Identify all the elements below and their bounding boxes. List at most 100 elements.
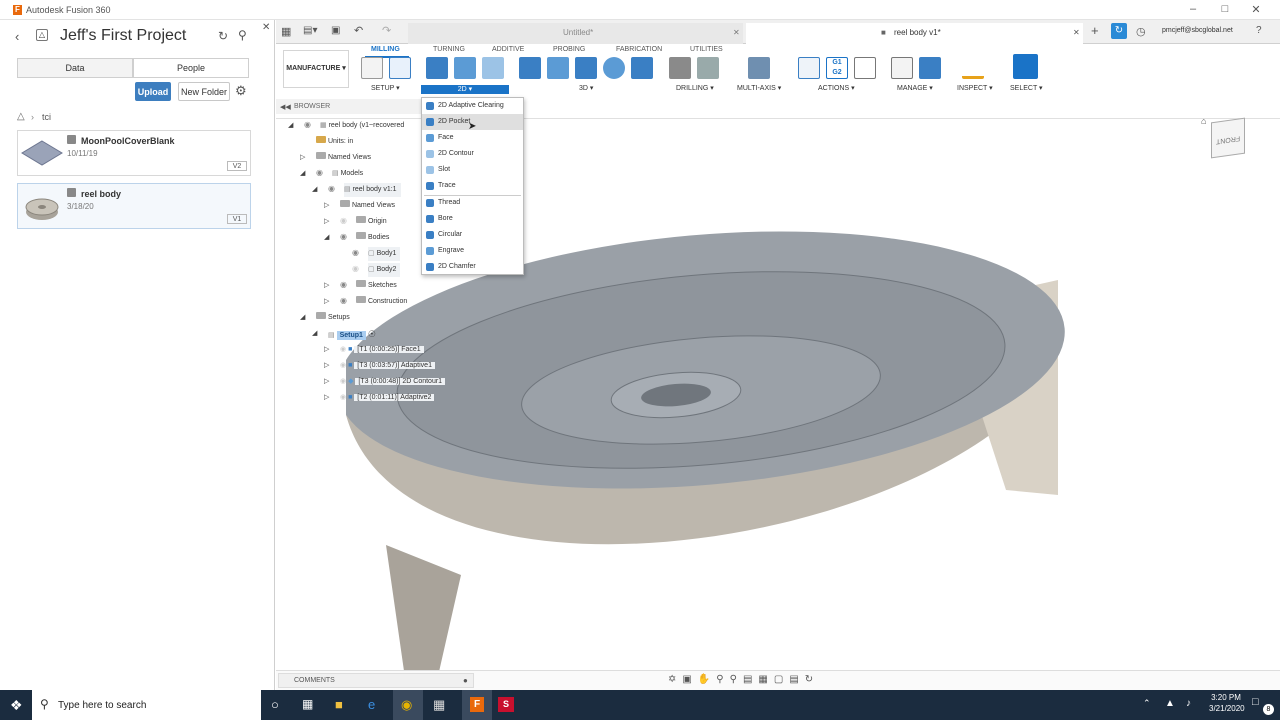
- 2d-group-label[interactable]: 2D ▾: [421, 85, 509, 94]
- workspace-switcher[interactable]: MANUFACTURE ▾: [283, 50, 349, 88]
- select-group-label[interactable]: SELECT ▾: [1010, 84, 1043, 92]
- measure-icon[interactable]: [962, 57, 984, 79]
- view-cube[interactable]: FRONT: [1211, 117, 1245, 159]
- task-view-icon[interactable]: ▦: [302, 697, 313, 711]
- tree-node-named-views-2[interactable]: Named Views: [340, 199, 395, 213]
- list-item[interactable]: MoonPoolCoverBlank 10/11/19 V2: [17, 130, 251, 176]
- new-setup-icon[interactable]: [361, 57, 383, 79]
- tray-chevron-icon[interactable]: ⌃: [1143, 698, 1151, 709]
- tree-node-setup1[interactable]: ▤ Setup1 ☉: [328, 327, 376, 341]
- notification-icon[interactable]: □: [1252, 696, 1259, 708]
- tree-node-operation[interactable]: ◉ ■ [T1 (0:00:25)] Face1: [340, 343, 424, 357]
- tab-fabrication[interactable]: FABRICATION: [616, 46, 662, 53]
- parallel-icon[interactable]: [575, 57, 597, 79]
- tree-node-operation[interactable]: ◉ ■ [T3 (0:03:57)] Adaptive1: [340, 359, 435, 373]
- home-view-icon[interactable]: ⌂: [1201, 116, 1206, 126]
- menu-item-slot[interactable]: Slot: [422, 162, 523, 178]
- tab-turning[interactable]: TURNING: [433, 46, 465, 53]
- tree-node-component[interactable]: ▤ reel body v1:1: [344, 183, 401, 197]
- tree-node-bodies[interactable]: Bodies: [356, 231, 389, 245]
- refresh-view-icon[interactable]: ↻: [805, 674, 819, 685]
- expand-triangle-icon[interactable]: ▷: [324, 217, 329, 225]
- tree-node-units[interactable]: Units: in: [316, 135, 353, 149]
- tab-data[interactable]: Data: [17, 58, 133, 78]
- expand-triangle-icon[interactable]: ▷: [324, 361, 329, 369]
- environment-icon[interactable]: ▤: [789, 674, 804, 685]
- volume-icon[interactable]: ♪: [1186, 698, 1191, 709]
- 3d-group-label[interactable]: 3D ▾: [579, 84, 593, 92]
- 2d-pocket-icon[interactable]: [454, 57, 476, 79]
- setup-group-label[interactable]: SETUP ▾: [371, 84, 400, 92]
- viewports-icon[interactable]: ▢: [774, 674, 789, 685]
- eye-icon[interactable]: ◉: [340, 296, 347, 305]
- tree-node-operation[interactable]: ◉ ◆ [T3 (0:00:48)] 2D Contour1: [340, 375, 446, 389]
- settings-gear-icon[interactable]: ⚙: [235, 83, 247, 99]
- actions-group-label[interactable]: ACTIONS ▾: [818, 84, 855, 92]
- upload-button[interactable]: Upload: [135, 82, 171, 101]
- tab-untitled[interactable]: Untitled* ✕: [408, 23, 743, 44]
- breadcrumb[interactable]: tci: [42, 112, 51, 122]
- eye-icon[interactable]: ◉: [352, 248, 359, 257]
- fit-icon[interactable]: ⚲: [730, 674, 743, 685]
- eye-icon[interactable]: ◉: [328, 184, 335, 193]
- collapse-browser-icon[interactable]: ◀◀: [280, 103, 291, 111]
- menu-item-engrave[interactable]: Engrave: [422, 243, 523, 259]
- eye-hidden-icon[interactable]: ◉: [340, 216, 347, 225]
- expand-triangle-icon[interactable]: ▷: [324, 297, 329, 305]
- eye-hidden-icon[interactable]: ◉: [352, 264, 359, 273]
- tab-probing[interactable]: PROBING: [553, 46, 585, 53]
- solidworks-icon[interactable]: S: [498, 697, 514, 712]
- menu-item-2d-contour[interactable]: 2D Contour: [422, 146, 523, 162]
- edge-icon[interactable]: e: [368, 697, 375, 712]
- activate-setup-icon[interactable]: ☉: [368, 329, 376, 339]
- collapse-triangle-icon[interactable]: ◢: [288, 121, 293, 129]
- multi-axis-icon[interactable]: [748, 57, 770, 79]
- clock-icon[interactable]: ◷: [1136, 25, 1146, 38]
- nc-program-icon[interactable]: [389, 57, 411, 79]
- file-explorer-icon[interactable]: ■: [335, 697, 343, 712]
- tree-node-operation[interactable]: ◉ ■ [T2 (0:01:11)] Adaptive2: [340, 391, 435, 405]
- face-icon[interactable]: [482, 57, 504, 79]
- close-panel-icon[interactable]: ✕: [262, 22, 270, 33]
- tree-node-sketches[interactable]: Sketches: [356, 279, 397, 293]
- browser-header[interactable]: BROWSER: [276, 99, 421, 114]
- simulate-icon[interactable]: [798, 57, 820, 79]
- post-process-icon[interactable]: G1 G2: [826, 57, 848, 79]
- user-account[interactable]: pmcjeff@sbcglobal.net: [1162, 27, 1233, 34]
- scallop-icon[interactable]: [631, 57, 653, 79]
- maximize-icon[interactable]: □: [1218, 3, 1232, 15]
- machine-library-icon[interactable]: [919, 57, 941, 79]
- pan-icon[interactable]: ✋: [698, 674, 716, 685]
- home-icon[interactable]: △: [17, 111, 25, 122]
- tree-node-body2[interactable]: ▢ Body2: [368, 263, 401, 277]
- undo-icon[interactable]: ↶: [354, 24, 363, 37]
- zoom-icon[interactable]: ⚲: [716, 674, 729, 685]
- tree-node-models[interactable]: ▤ Models: [332, 167, 363, 181]
- tree-node-setups[interactable]: Setups: [316, 311, 350, 325]
- eye-icon[interactable]: ◉: [340, 280, 347, 289]
- expand-triangle-icon[interactable]: ▷: [300, 153, 305, 161]
- taskbar-search[interactable]: ⚲ Type here to search: [32, 690, 261, 720]
- menu-item-circular[interactable]: Circular: [422, 227, 523, 243]
- comments-panel[interactable]: COMMENTS ●: [278, 673, 474, 688]
- 2d-adaptive-icon[interactable]: [426, 57, 448, 79]
- eye-icon[interactable]: ◉: [340, 232, 347, 241]
- setup-sheet-icon[interactable]: [854, 57, 876, 79]
- tab-reel-body[interactable]: ■ reel body v1* ✕: [746, 23, 1083, 44]
- wifi-icon[interactable]: ▲: [1165, 698, 1175, 709]
- close-tab-icon[interactable]: ✕: [1073, 23, 1080, 43]
- collapse-triangle-icon[interactable]: ◢: [300, 313, 305, 321]
- collapse-triangle-icon[interactable]: ◢: [312, 185, 317, 193]
- thread-drill-icon[interactable]: [697, 57, 719, 79]
- display-settings-icon[interactable]: ▤: [743, 674, 758, 685]
- tab-additive[interactable]: ADDITIVE: [492, 46, 524, 53]
- inspect-group-label[interactable]: INSPECT ▾: [957, 84, 993, 92]
- menu-item-2d-chamfer[interactable]: 2D Chamfer: [422, 259, 523, 275]
- refresh-icon[interactable]: ↻: [218, 29, 228, 43]
- tab-utilities[interactable]: UTILITIES: [690, 46, 723, 53]
- expand-triangle-icon[interactable]: ▷: [324, 281, 329, 289]
- grid-icon[interactable]: ▦: [281, 25, 291, 38]
- look-at-icon[interactable]: ▣: [682, 674, 697, 685]
- collapse-triangle-icon[interactable]: ◢: [312, 329, 317, 337]
- store-icon[interactable]: ▦: [433, 697, 445, 713]
